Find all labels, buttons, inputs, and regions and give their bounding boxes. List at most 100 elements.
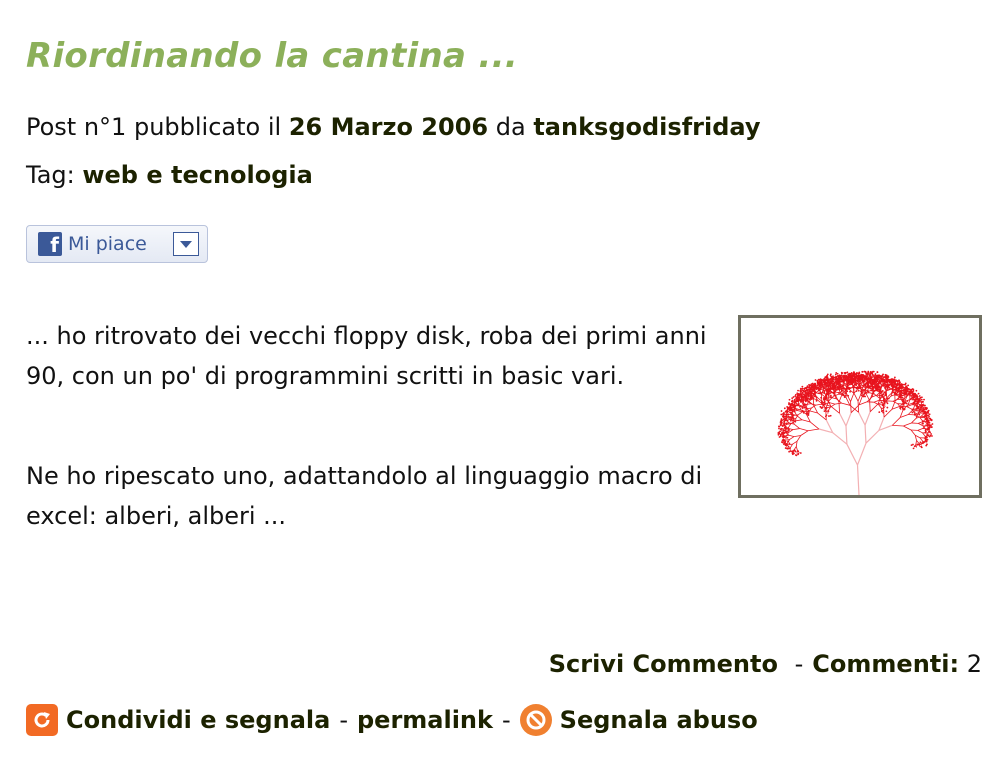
tree-leaf — [821, 400, 823, 403]
tree-branch — [810, 421, 820, 430]
tree-branch — [795, 419, 803, 422]
share-icon[interactable] — [26, 704, 58, 736]
tree-leaf — [845, 388, 847, 391]
tree-leaf — [905, 391, 907, 394]
tree-branch — [903, 425, 912, 431]
tree-leaf — [892, 384, 894, 387]
tree-leaf — [801, 406, 804, 409]
tree-leaf — [778, 432, 781, 435]
tree-leaf — [813, 388, 816, 391]
tree-leaf — [845, 374, 848, 377]
tree-branch — [845, 425, 848, 445]
tree-leaf — [779, 433, 782, 436]
tree-leaf — [782, 412, 785, 415]
share-link[interactable]: Condividi e segnala — [66, 706, 330, 734]
tree-leaf — [855, 373, 858, 375]
author-link[interactable]: tanksgodisfriday — [533, 113, 760, 141]
tree-leaf — [783, 423, 785, 426]
tree-leaf — [811, 391, 813, 393]
like-button[interactable]: f Mi piace — [26, 225, 208, 263]
tree-leaf — [844, 376, 847, 379]
tree-leaf — [806, 389, 809, 391]
tree-branch — [823, 406, 827, 409]
tree-branch — [799, 428, 809, 432]
comments-link[interactable]: Commenti: — [812, 650, 959, 678]
tree-leaf — [791, 452, 794, 455]
tree-leaf — [828, 381, 831, 384]
tree-leaf — [861, 370, 864, 373]
tree-leaf — [893, 376, 896, 379]
tree-leaf — [792, 405, 795, 408]
tree-branch — [883, 405, 885, 418]
tree-branch — [856, 443, 867, 466]
tree-leaf — [927, 420, 930, 423]
tree-leaf — [815, 399, 818, 402]
tree-leaf — [809, 384, 812, 387]
tree-leaf — [849, 390, 851, 393]
tree-branch — [873, 399, 879, 403]
tree-leaf — [804, 387, 807, 389]
tree-leaf — [872, 379, 875, 382]
tree-leaf — [838, 385, 841, 388]
tree-leaf — [784, 418, 787, 420]
tree-leaf — [833, 386, 836, 389]
tree-fractal-image[interactable] — [738, 315, 982, 498]
like-dropdown-button[interactable] — [173, 232, 199, 256]
tree-leaf — [801, 385, 804, 388]
tree-leaf — [875, 374, 878, 377]
report-abuse-link[interactable]: Segnala abuso — [560, 706, 758, 734]
tree-leaf — [838, 388, 841, 391]
post-paragraph-1: ... ho ritrovato dei vecchi floppy disk,… — [26, 322, 707, 390]
tree-leaf — [863, 384, 866, 386]
tree-leaf — [787, 445, 790, 448]
write-comment-link[interactable]: Scrivi Commento — [549, 650, 778, 678]
tree-branch — [850, 401, 852, 413]
tree-leaf — [854, 376, 857, 379]
separator: - — [339, 706, 348, 734]
post-title[interactable]: Riordinando la cantina ... — [26, 36, 518, 76]
tree-leaf — [902, 386, 905, 389]
tree-leaf — [922, 422, 924, 425]
tree-leaf — [799, 405, 802, 408]
tree-leaf — [910, 395, 913, 397]
tree-leaf — [886, 376, 889, 379]
separator: - — [794, 650, 804, 678]
tree-leaf — [919, 399, 921, 401]
separator: - — [501, 706, 511, 734]
tree-leaf — [799, 452, 802, 454]
tree-leaf — [925, 413, 927, 416]
meta-by: da — [495, 113, 526, 141]
tree-leaf — [781, 432, 783, 435]
tag-link[interactable]: web e tecnologia — [82, 161, 312, 189]
report-abuse-icon[interactable] — [519, 704, 552, 736]
tree-branch — [792, 428, 800, 431]
tree-leaf — [876, 384, 878, 386]
tree-leaf — [823, 403, 826, 406]
tree-leaf — [925, 418, 928, 421]
tree-leaf — [788, 450, 791, 453]
tree-leaf — [823, 390, 826, 392]
tree-leaf — [905, 402, 908, 405]
tree-leaf — [833, 391, 836, 393]
tree-branch — [865, 429, 880, 444]
tree-leaf — [789, 450, 792, 453]
tree-leaf — [818, 388, 821, 391]
tree-leaf — [931, 435, 933, 437]
tree-leaf — [787, 429, 790, 431]
tree-leaf — [928, 435, 931, 438]
tree-leaf — [826, 373, 829, 376]
tree-leaf — [920, 398, 923, 401]
tree-leaf — [784, 427, 787, 430]
tree-leaf — [817, 378, 820, 381]
tree-leaf — [866, 382, 869, 384]
tree-branch — [795, 446, 798, 451]
tree-leaf — [899, 387, 902, 390]
permalink-link[interactable]: permalink — [357, 706, 493, 734]
tree-leaf — [878, 374, 880, 377]
tree-leaf — [801, 387, 804, 390]
tree-leaf — [823, 398, 826, 401]
tree-leaf — [843, 374, 846, 377]
tree-leaf — [926, 434, 929, 437]
tree-leaf — [793, 401, 796, 404]
tree-leaf — [925, 444, 928, 447]
